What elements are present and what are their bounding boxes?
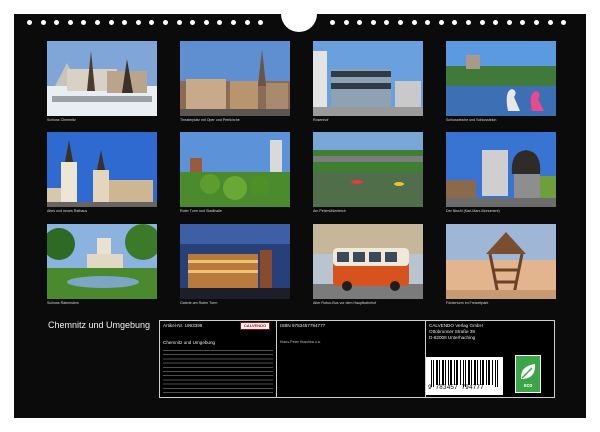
binding-ring xyxy=(357,20,363,25)
binding-ring xyxy=(190,20,196,25)
publisher-name: CALVENDO Verlag GmbH xyxy=(429,323,483,328)
photo-schloss-chemnitz xyxy=(47,41,157,116)
binding-ring xyxy=(533,20,539,25)
photo-caption: Theaterplatz mit Oper und Petrikirche xyxy=(180,118,240,122)
photo-foerderturm xyxy=(446,224,556,299)
binding-ring xyxy=(465,20,471,25)
binding-ring xyxy=(149,20,155,25)
binding-ring xyxy=(561,20,567,25)
photo-caption: Am Pelzmühlenteich xyxy=(313,209,346,213)
product-description-text xyxy=(163,350,273,394)
binding-ring xyxy=(162,20,168,25)
calendar-title: Chemnitz und Umgebung xyxy=(48,320,151,330)
photo-robur-bus xyxy=(313,224,423,299)
binding-ring xyxy=(411,20,417,25)
photo-theaterplatz xyxy=(180,41,290,116)
leaf-icon xyxy=(520,364,536,379)
author: Klaus-Peter Huschka u.a. xyxy=(280,340,321,344)
binding-ring xyxy=(493,20,499,25)
photo-galerie-roter-turm xyxy=(180,224,290,299)
binding-ring xyxy=(54,20,60,25)
photo-caption: Galerie am Roten Turm xyxy=(180,301,218,305)
binding-ring xyxy=(384,20,390,25)
binding-ring xyxy=(479,20,485,25)
binding-ring xyxy=(94,20,100,25)
binding-ring xyxy=(330,20,335,25)
calvendo-logo: CALVENDO xyxy=(240,322,270,330)
binding-ring xyxy=(67,20,73,25)
binding-ring xyxy=(217,20,223,25)
eco-label: eco xyxy=(523,383,533,389)
photo-pelzmuehlenteich xyxy=(313,132,423,207)
binding-ring xyxy=(203,20,209,25)
binding-ring xyxy=(547,20,553,25)
binding-ring xyxy=(230,20,236,25)
photo-caption: Altes und neues Rathaus xyxy=(47,209,88,213)
photo-caption: Der Nischl (Karl-Marx-Monument) xyxy=(446,209,500,213)
photo-caption: Förderturm im Freizeitpark xyxy=(446,301,489,305)
binding-rings-left xyxy=(27,20,264,25)
binding-ring xyxy=(81,20,87,25)
binding-ring xyxy=(506,20,512,25)
binding-ring xyxy=(343,20,349,25)
binding-ring xyxy=(438,20,444,25)
eco-badge: eco xyxy=(515,355,541,393)
photo-schlossteich xyxy=(446,41,556,116)
photo-caption: Alter Robur-Bus vor dem Hauptbahnhof xyxy=(313,301,377,305)
product-title: Chemnitz und Umgebung xyxy=(163,340,216,345)
photo-schloss-rabenstein xyxy=(47,224,157,299)
photo-caption: Rosenhof xyxy=(313,118,329,122)
binding-ring xyxy=(27,20,32,25)
binding-ring xyxy=(40,20,46,25)
photo-caption: Schlossteiche und Schlossteich xyxy=(446,118,497,122)
binding-rings-right xyxy=(330,20,567,25)
publisher-street: Ottobrunner Straße 39 xyxy=(429,329,475,334)
binding-ring xyxy=(258,20,264,25)
binding-ring xyxy=(122,20,128,25)
photo-rathaus xyxy=(47,132,157,207)
photo-nischl xyxy=(446,132,556,207)
binding-ring xyxy=(244,20,250,25)
binding-ring xyxy=(370,20,376,25)
binding-ring xyxy=(520,20,526,25)
article-number: Artikel-Nr. 1993399 xyxy=(163,323,203,328)
isbn: ISBN 9783457794777 xyxy=(280,323,326,328)
binding-ring xyxy=(452,20,458,25)
photo-roter-turm xyxy=(180,132,290,207)
binding-ring xyxy=(176,20,182,25)
barcode-number: 9 783457 794777 xyxy=(428,384,484,391)
photo-caption: Schloss Rabenstein xyxy=(47,301,79,305)
photo-rosenhof xyxy=(313,41,423,116)
binding-ring xyxy=(397,20,403,25)
publisher-city: D-82008 Unterhaching xyxy=(429,335,476,340)
binding-ring xyxy=(135,20,141,25)
photo-caption: Roter Turm und Stadthalle xyxy=(180,209,222,213)
binding-ring xyxy=(108,20,114,25)
binding-ring xyxy=(425,20,431,25)
panel-divider xyxy=(276,321,277,397)
photo-caption: Schloss Chemnitz xyxy=(47,118,76,122)
